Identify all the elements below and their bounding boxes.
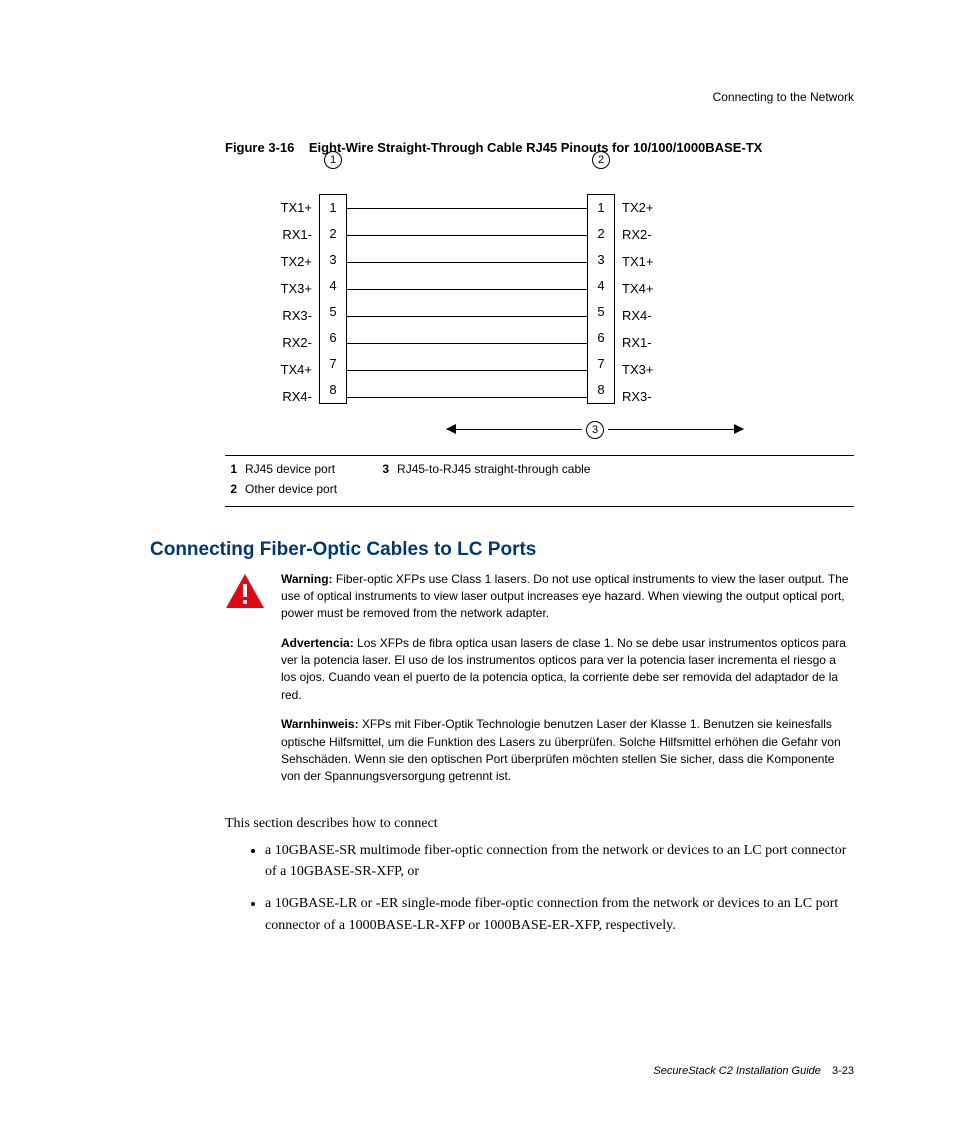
signal-label: RX1- (270, 221, 319, 248)
warning-text-es: Los XFPs de fibra optica usan lasers de … (281, 636, 846, 702)
legend-num: 1 (225, 462, 237, 476)
warning-text-en: Fiber-optic XFPs use Class 1 lasers. Do … (281, 572, 849, 621)
signal-label: TX1+ (615, 248, 664, 275)
pin-number: 6 (320, 325, 346, 351)
figure-caption: Figure 3-16 Eight-Wire Straight-Through … (225, 138, 854, 158)
book-title: SecureStack C2 Installation Guide (653, 1065, 821, 1077)
left-signals: TX1+ RX1- TX2+ TX3+ RX3- RX2- TX4+ RX4- (270, 172, 319, 410)
figure-title: Eight-Wire Straight-Through Cable RJ45 P… (309, 140, 763, 155)
cable-length-arrow: 3 (447, 415, 743, 445)
cable-wires (347, 194, 587, 411)
pin-number: 3 (320, 247, 346, 273)
warning-label-es: Advertencia: (281, 636, 354, 650)
running-header: Connecting to the Network (150, 90, 854, 104)
callout-badge: 3 (586, 421, 604, 439)
pin-number: 7 (320, 351, 346, 377)
signal-label: TX3+ (270, 275, 319, 302)
pin-number: 4 (320, 273, 346, 299)
legend-text: Other device port (245, 482, 337, 496)
signal-label: TX2+ (270, 248, 319, 275)
signal-label: RX3- (270, 302, 319, 329)
callout-badge: 1 (324, 151, 342, 169)
pin-number: 1 (320, 195, 346, 221)
warning-label-en: Warning: (281, 572, 333, 586)
pin-number: 5 (588, 299, 614, 325)
pin-number: 4 (588, 273, 614, 299)
legend-rule (225, 455, 854, 456)
pin-number: 3 (588, 247, 614, 273)
pin-number: 8 (588, 377, 614, 403)
signal-label: RX4- (270, 383, 319, 410)
right-signals: TX2+ RX2- TX1+ TX4+ RX4- RX1- TX3+ RX3- (615, 172, 664, 410)
pinout-diagram: TX1+ RX1- TX2+ TX3+ RX3- RX2- TX4+ RX4- … (270, 172, 854, 445)
warning-label-de: Warnhinweis: (281, 717, 359, 731)
signal-label: RX3- (615, 383, 664, 410)
legend-text: RJ45-to-RJ45 straight-through cable (397, 462, 590, 476)
legend-num: 2 (225, 482, 237, 496)
legend-rule (225, 506, 854, 507)
pin-number: 6 (588, 325, 614, 351)
section-heading: Connecting Fiber-Optic Cables to LC Port… (150, 539, 854, 561)
pin-number: 2 (588, 221, 614, 247)
signal-label: TX3+ (615, 356, 664, 383)
signal-label: TX4+ (270, 356, 319, 383)
pin-number: 2 (320, 221, 346, 247)
signal-label: RX2- (615, 221, 664, 248)
callout-badge: 2 (592, 151, 610, 169)
signal-label: TX4+ (615, 275, 664, 302)
warning-icon (225, 571, 265, 798)
signal-label: RX2- (270, 329, 319, 356)
intro-paragraph: This section describes how to connect (225, 816, 854, 832)
legend-num: 3 (377, 462, 389, 476)
warning-block: Warning: Fiber-optic XFPs use Class 1 la… (225, 571, 854, 798)
page-number: 3-23 (832, 1065, 854, 1077)
list-item: a 10GBASE-LR or -ER single-mode fiber-op… (265, 893, 854, 936)
figure-legend: 1 RJ45 device port 2 Other device port 3 RJ… (225, 462, 854, 496)
pin-number: 7 (588, 351, 614, 377)
signal-label: TX2+ (615, 194, 664, 221)
figure-label: Figure 3-16 (225, 140, 294, 155)
signal-label: RX4- (615, 302, 664, 329)
pin-number: 8 (320, 377, 346, 403)
signal-label: TX1+ (270, 194, 319, 221)
list-item: a 10GBASE-SR multimode fiber-optic conne… (265, 840, 854, 883)
warning-text-de: XFPs mit Fiber-Optik Technologie benutze… (281, 717, 841, 783)
left-pin-box: 1 2 3 4 5 6 7 8 (319, 194, 347, 404)
pin-number: 1 (588, 195, 614, 221)
legend-text: RJ45 device port (245, 462, 335, 476)
right-pin-box: 1 2 3 4 5 6 7 8 (587, 194, 615, 404)
signal-label: RX1- (615, 329, 664, 356)
bullet-list: a 10GBASE-SR multimode fiber-optic conne… (245, 840, 854, 937)
page-footer: SecureStack C2 Installation Guide 3-23 (653, 1065, 854, 1077)
pin-number: 5 (320, 299, 346, 325)
